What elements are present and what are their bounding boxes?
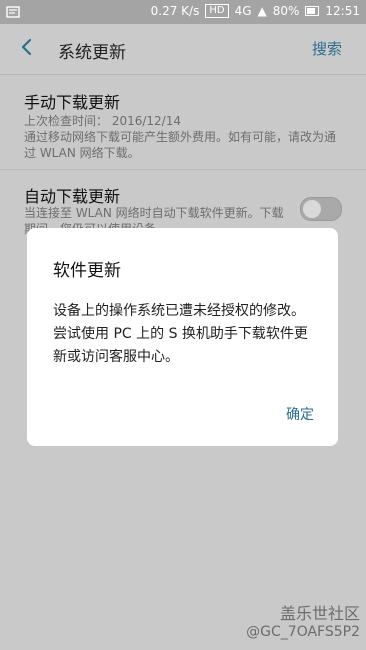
manual-download-item[interactable]: 手动下载更新 上次检查时间： 2016/12/14 通过移动网络下载可能产生额外… bbox=[0, 75, 366, 165]
battery-percent: 80% bbox=[272, 4, 300, 18]
page-title: 系统更新 bbox=[58, 43, 126, 63]
software-update-dialog: 软件更新 设备上的操作系统已遭未经授权的修改。尝试使用 PC 上的 S 换机助手… bbox=[27, 228, 338, 446]
back-arrow-icon[interactable] bbox=[18, 38, 36, 56]
dialog-message: 设备上的操作系统已遭未经授权的修改。尝试使用 PC 上的 S 换机助手下载软件更… bbox=[53, 303, 308, 365]
manual-download-title: 手动下载更新 bbox=[24, 93, 121, 112]
app-header: 系统更新 搜索 bbox=[0, 24, 366, 75]
status-bar: 0.27 K/s HD 4G ▲ 80% 12:51 bbox=[0, 0, 366, 24]
confirm-button[interactable]: 确定 bbox=[286, 404, 314, 424]
toggle-knob bbox=[303, 200, 321, 218]
status-right-group: 0.27 K/s HD 4G ▲ 80% 12:51 bbox=[151, 4, 360, 18]
notification-icon bbox=[6, 6, 20, 18]
network-speed: 0.27 K/s bbox=[150, 4, 200, 18]
user-watermark: @GC_7OAFS5P2 bbox=[246, 624, 360, 640]
battery-icon bbox=[305, 6, 320, 16]
hd-badge: HD bbox=[205, 4, 229, 18]
divider bbox=[0, 169, 366, 170]
network-type: 4G bbox=[234, 4, 252, 18]
signal-icon: ▲ bbox=[257, 4, 267, 18]
clock: 12:51 bbox=[325, 4, 360, 18]
search-button[interactable]: 搜索 bbox=[312, 38, 342, 59]
manual-download-desc: 上次检查时间： 2016/12/14 通过移动网络下载可能产生额外费用。如有可能… bbox=[24, 114, 337, 160]
community-watermark: 盖乐世社区 bbox=[279, 604, 360, 623]
dialog-title: 软件更新 bbox=[53, 261, 121, 281]
auto-download-title: 自动下载更新 bbox=[24, 187, 121, 206]
auto-download-toggle[interactable] bbox=[300, 197, 342, 221]
